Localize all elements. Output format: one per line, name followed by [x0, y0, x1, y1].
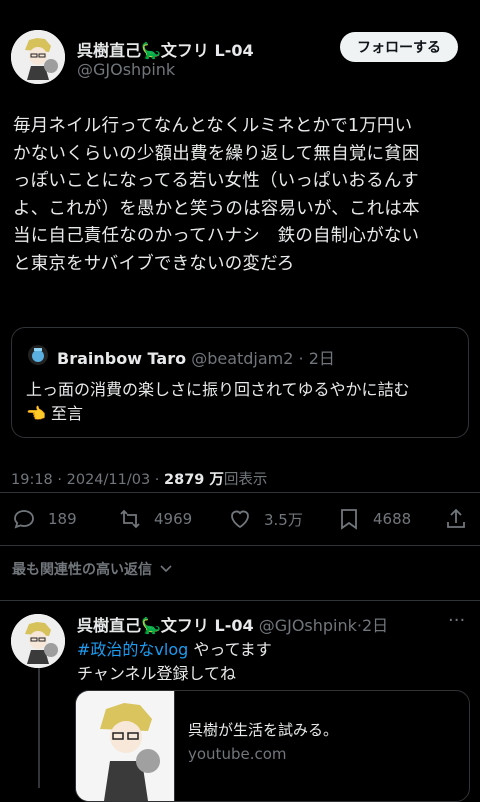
bookmark-icon	[341, 509, 357, 530]
post-body-line: かないくらいの少額出費を繰り返して無自覚に貧困	[13, 143, 420, 164]
link-card-thumbnail	[76, 691, 175, 801]
reply-sort-label: 最も関連性の高い返信	[12, 562, 152, 578]
view-count-label: 回表示	[223, 472, 268, 488]
post-timestamp: 19:18 · 2024/11/03 ·	[11, 472, 165, 488]
quote-author-handle: @beatdjam2	[191, 349, 294, 368]
reply-text: やってます	[188, 640, 272, 659]
follow-button[interactable]: フォローする	[340, 32, 458, 62]
post-body-line: と東京をサバイブできないの変だろ	[13, 253, 295, 274]
divider	[0, 600, 480, 601]
quote-time: 2日	[308, 349, 335, 368]
reply-text-line2: チャンネル登録してね	[77, 664, 237, 683]
reply-sort-dropdown[interactable]: 最も関連性の高い返信	[12, 559, 173, 579]
reply-count: 189	[48, 510, 77, 528]
post-meta: 19:18 · 2024/11/03 · 2879 万回表示	[11, 468, 267, 489]
reply-author-name[interactable]: 呉樹直己🦕文フリ L-04	[77, 616, 254, 635]
view-count: 2879 万	[164, 472, 224, 488]
divider	[0, 545, 480, 546]
author-name[interactable]: 呉樹直己🦕文フリ L-04	[77, 37, 254, 61]
quote-text-line1: 上っ面の消費の楽しさに振り回されてゆるやかに詰む	[26, 380, 410, 399]
quote-author-avatar	[28, 345, 48, 365]
post-body-line: 毎月ネイル行ってなんとなくルミネとかで1万円い	[13, 116, 413, 136]
author-avatar[interactable]	[11, 30, 65, 84]
more-icon: ···	[448, 610, 466, 631]
post-body: 毎月ネイル行ってなんとなくルミネとかで1万円い かないくらいの少額出費を繰り返し…	[13, 113, 471, 278]
reply-icon	[14, 510, 34, 529]
reply-hashtag-link[interactable]: #政治的なvlog	[77, 640, 188, 659]
reply-time: 2日	[362, 616, 389, 635]
more-options-button[interactable]: ···	[448, 610, 465, 631]
thread-line	[38, 668, 40, 788]
repost-count: 4969	[154, 510, 193, 528]
author-handle[interactable]: @GJOshpink	[77, 60, 175, 79]
bookmark-button[interactable]: 4688	[337, 506, 411, 532]
repost-icon	[120, 509, 140, 529]
like-count: 3.5万	[264, 510, 303, 529]
repost-button[interactable]: 4969	[118, 506, 192, 532]
like-button[interactable]: 3.5万	[228, 506, 303, 532]
bookmark-count: 4688	[373, 510, 412, 528]
share-button[interactable]	[444, 506, 468, 532]
heart-icon	[231, 510, 249, 529]
link-card[interactable]: 呉樹が生活を試みる。 youtube.com	[75, 690, 470, 802]
link-card-domain: youtube.com	[188, 745, 287, 763]
post-body-line: っぽいことになってる若い女性（いっぱいおるんす	[13, 171, 419, 191]
quote-text-line2: 至言	[51, 404, 84, 423]
share-icon	[447, 508, 465, 528]
post-body-line: よ、これが）を愚かと笑うのは容易いが、これは本	[13, 198, 420, 219]
quoted-post[interactable]: Brainbow Taro @beatdjam2 · 2日 上っ面の消費の楽しさ…	[11, 327, 469, 438]
quote-author-name: Brainbow Taro	[57, 349, 187, 368]
link-card-title: 呉樹が生活を試みる。	[188, 721, 339, 739]
reply-author-handle[interactable]: @GJOshpink	[259, 616, 357, 635]
post-body-line: 当に自己責任なのかってハナシ 鉄の自制心がない	[13, 226, 420, 246]
pointing-hand-emoji: 👈	[26, 404, 46, 423]
reply-button[interactable]: 189	[12, 506, 77, 532]
divider	[0, 492, 480, 493]
reply-author-avatar[interactable]	[11, 614, 65, 668]
chevron-down-icon	[160, 565, 172, 573]
